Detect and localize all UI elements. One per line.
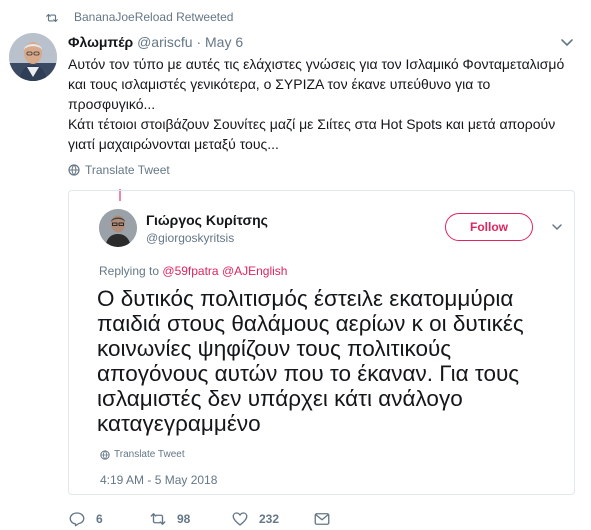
globe-icon: [68, 164, 80, 176]
retweet-icon: [150, 513, 166, 525]
reply-icon: [69, 512, 85, 527]
tweet-text-line: γιατί μαχαιρώνονται μεταξύ τους...: [68, 136, 279, 152]
like-button[interactable]: 232: [231, 510, 279, 528]
like-count: 232: [259, 512, 280, 526]
chevron-down-icon[interactable]: [551, 223, 563, 231]
quoted-text-line: κοινωνίες ψηφίζουν τους πολιτικούς: [97, 336, 452, 361]
quoted-text-line: Ο δυτικός πολιτισμός έστειλε εκατομμύρια: [97, 286, 514, 311]
tweet-actions: 6 98 232: [68, 510, 368, 530]
quoted-text-line: καταγεγραμμένο: [97, 411, 261, 436]
tweet-text: Αυτόν τον τύπο με αυτές τις ελάχιστες γν…: [68, 54, 588, 154]
translate-tweet-label[interactable]: Translate Tweet: [85, 163, 170, 177]
tweet-header: Φλωμπέρ @ariscfu · May 6: [68, 34, 243, 50]
quoted-tweet-text: Ο δυτικός πολιτισμός έστειλε εκατομμύρια…: [97, 286, 567, 436]
translate-tweet-link[interactable]: Translate Tweet: [68, 163, 170, 177]
author-handle[interactable]: @ariscfu: [137, 34, 192, 50]
tweet-date[interactable]: May 6: [205, 34, 243, 50]
quoted-translate-label[interactable]: Translate Tweet: [114, 449, 185, 460]
tweet-text-line: και τους ισλαμιστές γενικότερα, ο ΣΥΡΙΖΑ…: [68, 76, 491, 92]
quoted-author-name[interactable]: Γιώργος Κυρίτσης: [146, 212, 268, 228]
follow-button[interactable]: Follow: [445, 213, 533, 241]
retweet-icon: [46, 13, 58, 23]
chevron-down-icon[interactable]: [560, 38, 574, 48]
author-avatar[interactable]: [9, 33, 57, 81]
heart-icon: [232, 512, 248, 526]
retweet-button[interactable]: 98: [149, 510, 190, 528]
replying-to: Replying to @59fpatra @AJEnglish: [99, 264, 287, 278]
tweet-text-line: προσφυγικό...: [68, 96, 156, 112]
author-name[interactable]: Φλωμπέρ: [68, 34, 133, 50]
tweet-text-line: Αυτόν τον τύπο με αυτές τις ελάχιστες γν…: [68, 56, 565, 72]
reply-count: 6: [96, 512, 103, 526]
retweet-banner-text[interactable]: BananaJoeReload Retweeted: [74, 10, 233, 24]
globe-icon: [100, 449, 110, 460]
retweet-banner: BananaJoeReload Retweeted: [46, 10, 233, 24]
quoted-author-handle[interactable]: @giorgoskyritsis: [146, 231, 234, 245]
replying-mentions[interactable]: @59fpatra @AJEnglish: [162, 264, 287, 278]
quoted-text-line: απογόνους αυτών που το έκαναν. Για τους: [97, 361, 520, 386]
quoted-timestamp[interactable]: 4:19 AM - 5 May 2018: [100, 473, 217, 487]
reply-button[interactable]: 6: [68, 510, 103, 528]
replying-prefix: Replying to: [99, 264, 160, 278]
header-separator: ·: [196, 34, 202, 50]
retweet-count: 98: [177, 512, 191, 526]
tweet-text-line: Κάτι τέτοιοι στοιβάζουν Σουνίτες μαζί με…: [68, 116, 556, 132]
quoted-text-line: ισλαμιστές δεν υπάρχει κάτι ανάλογο: [97, 386, 463, 411]
envelope-icon: [314, 513, 330, 525]
quoted-translate-link[interactable]: Translate Tweet: [100, 449, 185, 460]
direct-message-button[interactable]: [313, 510, 341, 528]
quoted-author-avatar[interactable]: [99, 209, 137, 247]
quoted-text-line: παιδιά στους θαλάμους αερίων κ οι δυτικέ…: [97, 311, 524, 336]
